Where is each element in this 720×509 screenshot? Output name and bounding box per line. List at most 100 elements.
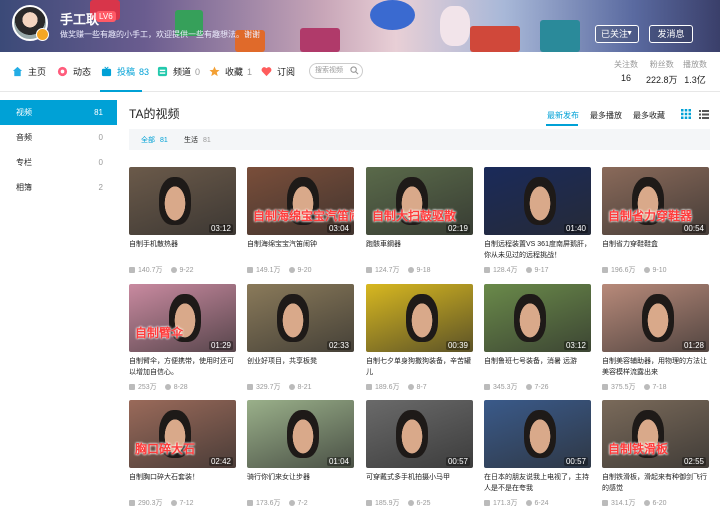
- tab-channels-count: 0: [195, 66, 201, 77]
- video-card[interactable]: 03:12 自制鲁班七号装备，消暑 远游 345.3万 7-26: [484, 284, 591, 392]
- video-duration: 00:54: [681, 224, 706, 233]
- video-title[interactable]: 自制鲁班七号装备，消暑 远游: [484, 356, 591, 378]
- video-card[interactable]: 自制臂伞 01:29 自制臂伞，方便携带，使用时还可以增加自信心。 253万 8-28: [129, 284, 236, 392]
- sidebar-item-videos[interactable]: 视频 81: [0, 100, 117, 125]
- filter-all[interactable]: 全部 81: [141, 135, 168, 145]
- video-thumbnail[interactable]: 03:12: [129, 167, 236, 235]
- play-count: 185.9万: [375, 500, 400, 507]
- sidebar-item-albums[interactable]: 相簿 2: [0, 175, 117, 200]
- video-meta: 329.7万 8-21: [247, 382, 354, 392]
- play-count-icon: [366, 384, 372, 390]
- active-tab-indicator: [100, 90, 142, 92]
- play-count: 329.7万: [256, 384, 281, 391]
- clock-icon: [407, 500, 414, 506]
- video-title[interactable]: 自制臂伞，方便携带，使用时还可以增加自信心。: [129, 356, 236, 378]
- sort-latest[interactable]: 最新发布: [547, 110, 579, 121]
- play-count-icon: [129, 267, 135, 273]
- video-title[interactable]: 自制美容辅助器，用物理的方法让美容模样流露出来: [602, 356, 709, 378]
- message-button[interactable]: 发消息: [649, 25, 693, 43]
- video-card[interactable]: 自制省力穿鞋器 00:54 自制省力穿鞋鞋盒 196.6万 9-10: [602, 167, 709, 275]
- clock-icon: [170, 267, 177, 273]
- play-count: 124.7万: [375, 267, 400, 274]
- video-card[interactable]: 01:40 自制远程装置VS 361度南屏鹅肝，你从未见过的远程挑战！ 128.4万…: [484, 167, 591, 275]
- video-thumbnail[interactable]: 01:28: [602, 284, 709, 352]
- video-card[interactable]: 自制海绵宝宝汽笛闹钟03:04自制海绵宝宝汽笛闹钟149.1万9-20: [247, 167, 354, 275]
- video-card[interactable]: 胸口碎大石 02:42 自制胸口碎大石套装！ 290.3万 7-12: [129, 400, 236, 508]
- video-card[interactable]: 自制大扫鼓驱散 02:19 跑骸車鋼器 124.7万 9-18: [366, 167, 473, 275]
- filter-label: 生活: [184, 137, 198, 144]
- play-count-icon: [602, 500, 608, 506]
- play-count: 140.7万: [138, 267, 163, 274]
- video-thumbnail[interactable]: 自制臂伞 01:29: [129, 284, 236, 352]
- tab-subscriptions[interactable]: 订阅: [261, 65, 295, 78]
- video-thumbnail[interactable]: 自制大扫鼓驱散 02:19: [366, 167, 473, 235]
- video-title[interactable]: 可穿戴式多手机拍摄小马甲: [366, 472, 473, 494]
- filter-life[interactable]: 生活 81: [184, 135, 211, 145]
- video-title[interactable]: 自制海绵宝宝汽笛闹钟: [247, 239, 354, 261]
- video-thumbnail[interactable]: 自制海绵宝宝汽笛闹钟03:04: [247, 167, 354, 235]
- video-title[interactable]: 自制省力穿鞋鞋盒: [602, 239, 709, 261]
- video-thumbnail[interactable]: 02:33: [247, 284, 354, 352]
- search-input[interactable]: 搜索视频: [309, 63, 363, 79]
- sidebar-item-count: 0: [98, 158, 103, 167]
- video-title[interactable]: 自制远程装置VS 361度南屏鹅肝，你从未见过的远程挑战！: [484, 239, 591, 261]
- video-thumbnail[interactable]: 自制省力穿鞋器 00:54: [602, 167, 709, 235]
- video-title[interactable]: 骑行你们来女让步器: [247, 472, 354, 494]
- video-thumbnail[interactable]: 自制铁滑板 02:55: [602, 400, 709, 468]
- video-duration: 01:28: [681, 341, 706, 350]
- video-meta: 375.5万 7-18: [602, 382, 709, 392]
- grid-view-icon[interactable]: [681, 109, 691, 119]
- video-title[interactable]: 跑骸車鋼器: [366, 239, 473, 261]
- sidebar-item-articles[interactable]: 专栏 0: [0, 150, 117, 175]
- video-duration: 01:40: [563, 224, 588, 233]
- video-thumbnail[interactable]: 00:57: [484, 400, 591, 468]
- video-duration: 00:57: [445, 457, 470, 466]
- play-count-icon: [484, 384, 490, 390]
- video-title[interactable]: 在日本的朋友说我上电视了，主持人是不是在夸我: [484, 472, 591, 494]
- sort-most-favorited[interactable]: 最多收藏: [633, 110, 665, 121]
- video-title[interactable]: 自制手机散热器: [129, 239, 236, 261]
- tab-favorites[interactable]: 收藏 1: [209, 65, 252, 78]
- video-card[interactable]: 00:57 可穿戴式多手机拍摄小马甲 185.9万 6-25: [366, 400, 473, 508]
- stat-following[interactable]: 关注数 16: [614, 59, 638, 83]
- video-card[interactable]: 01:28 自制美容辅助器，用物理的方法让美容模样流露出来 375.5万 7-18: [602, 284, 709, 392]
- video-title[interactable]: 创业好项目，共享板凳: [247, 356, 354, 378]
- tab-channels[interactable]: 频道 0: [157, 65, 200, 78]
- play-count-icon: [129, 500, 135, 506]
- video-title[interactable]: 自制七夕单身狗撒狗装备，辛苦罐儿: [366, 356, 473, 378]
- video-card[interactable]: 02:33 创业好项目，共享板凳 329.7万 8-21: [247, 284, 354, 392]
- follow-button[interactable]: 已关注 ▼: [595, 25, 639, 43]
- stat-fans[interactable]: 粉丝数 222.8万: [646, 59, 678, 86]
- tab-dynamic-label: 动态: [73, 67, 92, 77]
- dynamic-icon: [57, 66, 68, 77]
- video-card[interactable]: 03:12 自制手机散热器 140.7万 9-22: [129, 167, 236, 275]
- video-thumbnail[interactable]: 00:39: [366, 284, 473, 352]
- video-thumbnail[interactable]: 03:12: [484, 284, 591, 352]
- avatar[interactable]: [12, 5, 49, 41]
- banner-decor: [540, 20, 580, 52]
- play-count: 345.3万: [493, 384, 518, 391]
- list-view-icon[interactable]: [699, 109, 709, 119]
- video-thumbnail[interactable]: 胸口碎大石 02:42: [129, 400, 236, 468]
- search-icon[interactable]: [350, 66, 359, 75]
- video-meta: 314.1万 6-20: [602, 498, 709, 508]
- video-card[interactable]: 00:39 自制七夕单身狗撒狗装备，辛苦罐儿 189.6万 8-7: [366, 284, 473, 392]
- video-thumbnail[interactable]: 00:57: [366, 400, 473, 468]
- video-card[interactable]: 00:57 在日本的朋友说我上电视了，主持人是不是在夸我 171.3万 6-24: [484, 400, 591, 508]
- sort-most-played[interactable]: 最多播放: [590, 110, 622, 121]
- sidebar-item-audio[interactable]: 音频 0: [0, 125, 117, 150]
- video-title[interactable]: 自制胸口碎大石套装！: [129, 472, 236, 494]
- thumbnail-caption: 自制铁滑板: [608, 442, 669, 456]
- video-card[interactable]: 自制铁滑板 02:55 自制铁滑板，滑起来有种御剑飞行的感觉 314.1万 6-20: [602, 400, 709, 508]
- video-thumbnail[interactable]: 01:40: [484, 167, 591, 235]
- video-title[interactable]: 自制铁滑板，滑起来有种御剑飞行的感觉: [602, 472, 709, 494]
- banner-decor: [440, 6, 470, 46]
- tab-dynamic[interactable]: 动态: [57, 65, 91, 78]
- home-icon: [12, 66, 23, 77]
- video-thumbnail[interactable]: 01:04: [247, 400, 354, 468]
- upload-date: 7-18: [652, 383, 667, 391]
- play-count-icon: [602, 267, 608, 273]
- tab-videos[interactable]: 投稿 83: [101, 65, 149, 78]
- video-card[interactable]: 01:04 骑行你们来女让步器 173.6万 7-2: [247, 400, 354, 508]
- tab-home[interactable]: 主页: [12, 65, 46, 78]
